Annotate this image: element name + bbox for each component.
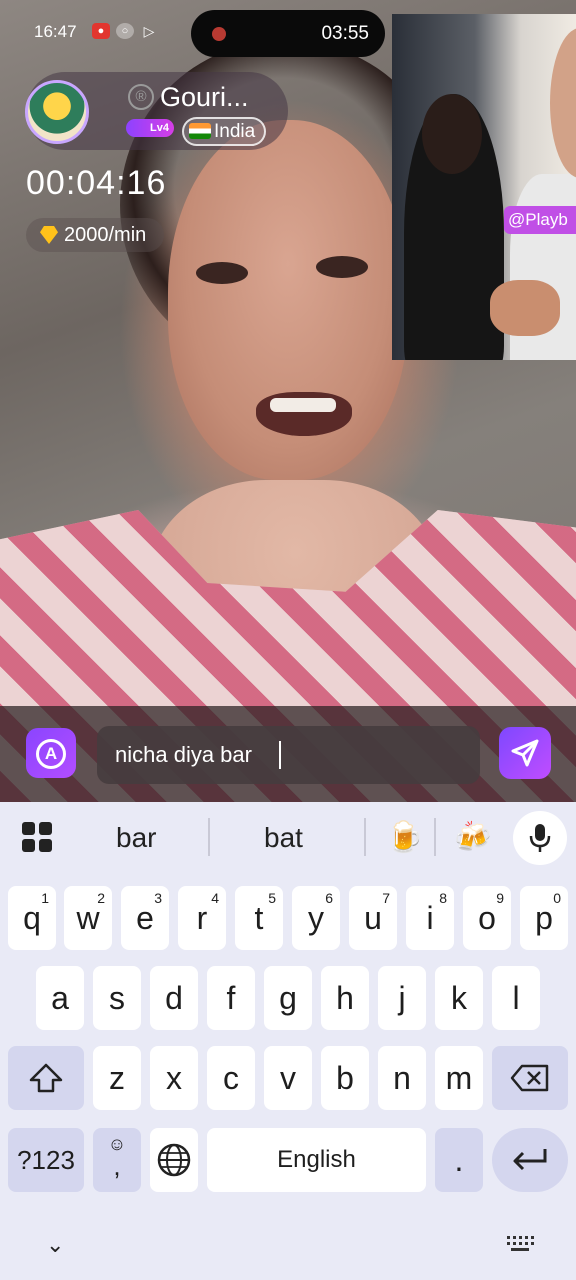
key-a[interactable]: a (36, 966, 84, 1030)
key-p[interactable]: p0 (520, 886, 568, 950)
key-m[interactable]: m (435, 1046, 483, 1110)
key-l[interactable]: l (492, 966, 540, 1030)
key-d[interactable]: d (150, 966, 198, 1030)
key-z[interactable]: z (93, 1046, 141, 1110)
send-icon (511, 739, 539, 767)
video-eye-left (196, 262, 248, 284)
pip-head-left (422, 94, 482, 174)
comma-label: , (113, 1151, 121, 1181)
avatar[interactable] (25, 80, 89, 144)
camera-icon: ○ (116, 23, 134, 39)
key-j[interactable]: j (378, 966, 426, 1030)
recording-dot-icon (212, 27, 226, 41)
call-duration: 00:04:16 (26, 164, 167, 202)
verified-icon: ® (128, 84, 154, 110)
suggestion-divider (208, 818, 210, 856)
space-key[interactable]: English (207, 1128, 426, 1192)
key-s[interactable]: s (93, 966, 141, 1030)
key-n[interactable]: n (378, 1046, 426, 1110)
key-k[interactable]: k (435, 966, 483, 1030)
key-w[interactable]: w2 (64, 886, 112, 950)
enter-icon (513, 1149, 547, 1171)
status-icons: ● ○ ▷ (92, 23, 158, 39)
text-caret (279, 741, 281, 769)
shift-icon (29, 1063, 63, 1093)
cheers-emoji-suggestion[interactable]: 🍻 (454, 820, 491, 855)
status-time: 16:47 (34, 22, 77, 41)
beer-emoji-suggestion[interactable]: 🍺 (386, 820, 423, 855)
keyboard (0, 802, 576, 1280)
suggestion-divider (434, 818, 436, 856)
mic-button[interactable] (513, 811, 567, 865)
key-x[interactable]: x (150, 1046, 198, 1110)
key-t[interactable]: t5 (235, 886, 283, 950)
globe-icon (157, 1143, 191, 1177)
shift-key[interactable] (8, 1046, 84, 1110)
call-timer-text: 03:55 (321, 23, 369, 44)
apps-grid-icon[interactable] (22, 822, 54, 854)
key-h[interactable]: h (321, 966, 369, 1030)
key-q[interactable]: q1 (8, 886, 56, 950)
key-i[interactable]: i8 (406, 886, 454, 950)
call-timer-pill: 03:55 (191, 10, 385, 57)
india-flag-icon (189, 123, 211, 139)
play-icon: ▷ (143, 23, 155, 39)
key-y[interactable]: y6 (292, 886, 340, 950)
translate-button[interactable]: A (26, 728, 76, 778)
hide-keyboard-chevron-down-icon[interactable]: ⌄ (46, 1232, 64, 1258)
key-g[interactable]: g (264, 966, 312, 1030)
key-c[interactable]: c (207, 1046, 255, 1110)
key-b[interactable]: b (321, 1046, 369, 1110)
pip-head-right (550, 28, 576, 178)
translate-icon: A (36, 739, 66, 769)
enter-key[interactable] (492, 1128, 568, 1192)
key-v[interactable]: v (264, 1046, 312, 1110)
suggestion-2[interactable]: bat (264, 822, 303, 854)
message-input[interactable] (97, 726, 480, 784)
language-key[interactable] (150, 1128, 198, 1192)
profile-name: Gouri... (160, 82, 249, 112)
pip-hand (490, 280, 560, 336)
video-mouth (256, 392, 352, 436)
backspace-icon (510, 1064, 549, 1092)
key-f[interactable]: f (207, 966, 255, 1030)
key-e[interactable]: e3 (121, 886, 169, 950)
record-icon: ● (92, 23, 110, 39)
send-button[interactable] (499, 727, 551, 779)
suggestion-1[interactable]: bar (116, 822, 156, 854)
key-r[interactable]: r4 (178, 886, 226, 950)
level-badge: Lv4 (126, 119, 174, 137)
period-key[interactable]: . (435, 1128, 483, 1192)
pip-video[interactable]: @Playb (392, 14, 576, 360)
symbols-key[interactable]: ?123 (8, 1128, 84, 1192)
keyboard-switch-icon[interactable] (507, 1236, 534, 1252)
video-eye-right (316, 256, 368, 278)
key-u[interactable]: u7 (349, 886, 397, 950)
emoji-comma-key[interactable]: ☺ , (93, 1128, 141, 1192)
mic-icon (529, 824, 551, 852)
backspace-key[interactable] (492, 1046, 568, 1110)
pip-watermark: @Playb (504, 206, 576, 234)
suggestion-divider (364, 818, 366, 856)
key-o[interactable]: o9 (463, 886, 511, 950)
